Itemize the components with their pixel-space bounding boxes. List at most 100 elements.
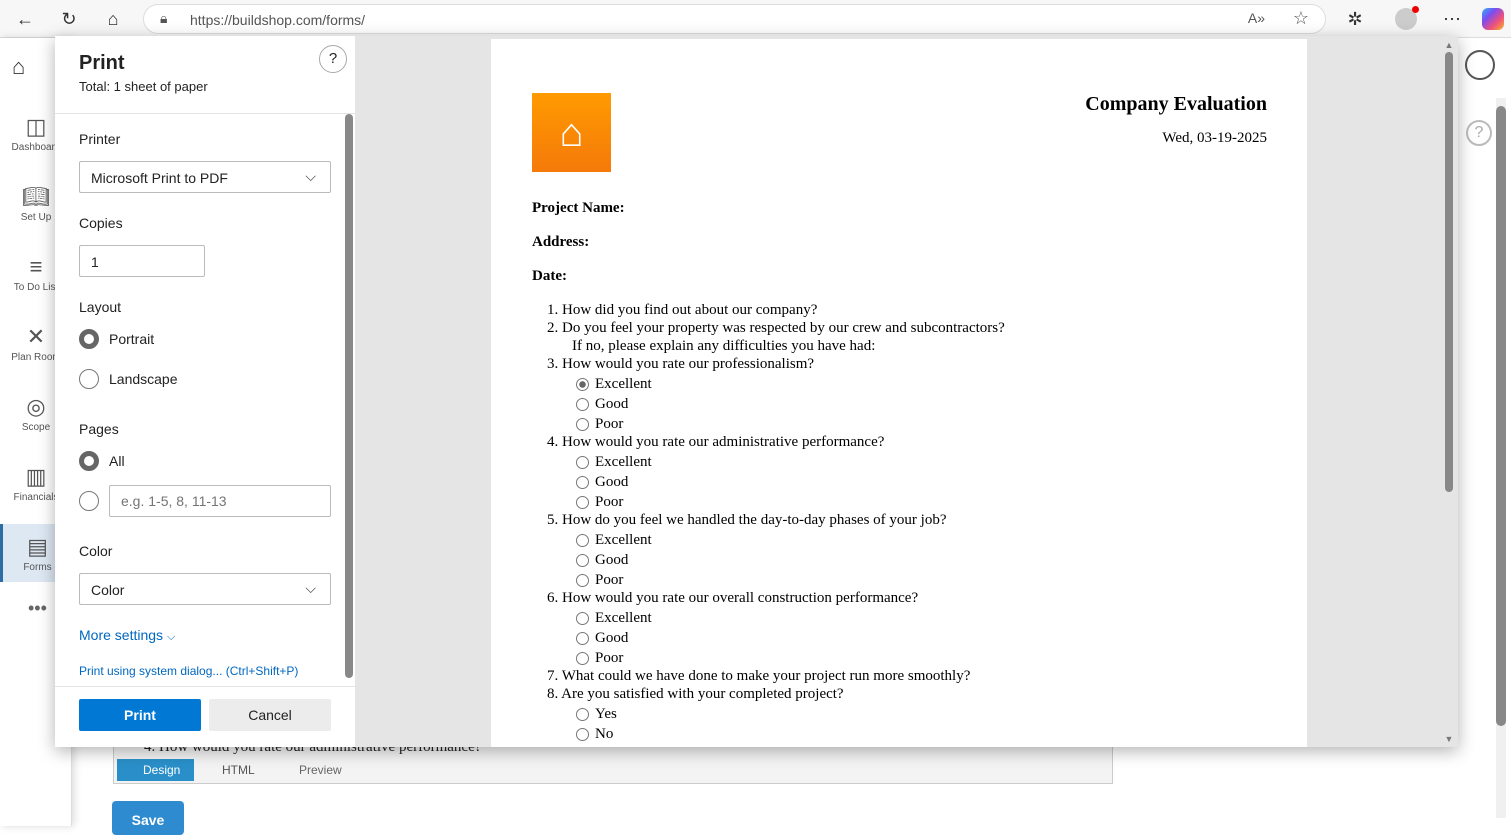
- printer-value: Microsoft Print to PDF: [91, 170, 228, 186]
- profile-icon[interactable]: [1395, 6, 1419, 30]
- question-item: 2. Do you feel your property was respect…: [547, 320, 1005, 336]
- preview-scrollbar[interactable]: ▲ ▼: [1443, 40, 1455, 744]
- copilot-icon[interactable]: [1482, 8, 1504, 30]
- option-label: Poor: [595, 572, 624, 588]
- radio-button[interactable]: [576, 398, 589, 411]
- divider: [55, 686, 355, 687]
- back-icon[interactable]: ←: [12, 6, 38, 32]
- radio-button[interactable]: [576, 728, 589, 741]
- color-value: Color: [91, 582, 125, 598]
- tab-design[interactable]: Design: [117, 759, 194, 781]
- printer-label: Printer: [79, 131, 121, 147]
- pages-label: Pages: [79, 421, 119, 437]
- option-label: Poor: [595, 416, 624, 432]
- answer-option[interactable]: Good: [576, 396, 628, 413]
- radio-button[interactable]: [576, 708, 589, 721]
- option-label: Yes: [595, 706, 617, 722]
- radio-button[interactable]: [576, 612, 589, 625]
- answer-option[interactable]: Poor: [576, 650, 623, 667]
- address-bar[interactable]: 🔒︎ https://buildshop.com/forms/ A» ☆: [143, 4, 1326, 34]
- home-icon[interactable]: ⌂: [100, 6, 126, 32]
- radio-button[interactable]: [576, 456, 589, 469]
- company-logo: ⌂: [532, 93, 611, 172]
- answer-option[interactable]: Yes: [576, 706, 617, 723]
- page-scrollbar[interactable]: [1496, 98, 1506, 818]
- user-account-icon[interactable]: [1465, 50, 1495, 80]
- print-settings-panel: Print Total: 1 sheet of paper ? Printer …: [55, 36, 355, 747]
- answer-option[interactable]: Excellent: [576, 454, 652, 471]
- document-date: Wed, 03-19-2025: [1162, 130, 1267, 146]
- question-item: 3. How would you rate our professionalis…: [547, 356, 815, 372]
- portrait-label: Portrait: [109, 331, 155, 347]
- read-aloud-icon[interactable]: A»: [1248, 10, 1265, 26]
- favorite-star-icon[interactable]: ☆: [1293, 8, 1309, 29]
- tab-html[interactable]: HTML: [222, 763, 255, 777]
- pages-all-label: All: [109, 453, 125, 469]
- more-settings-link[interactable]: More settings ⌵: [79, 627, 175, 644]
- option-label: Excellent: [595, 454, 652, 470]
- print-preview-page: ⌂ Company Evaluation Wed, 03-19-2025 Pro…: [491, 39, 1307, 747]
- question-item: 1. How did you find out about our compan…: [547, 302, 818, 318]
- radio-button[interactable]: [576, 574, 589, 587]
- question-item: 6. How would you rate our overall constr…: [547, 590, 919, 606]
- lock-icon[interactable]: 🔒︎: [160, 10, 167, 27]
- radio-button[interactable]: [576, 632, 589, 645]
- print-button[interactable]: Print: [79, 699, 201, 731]
- question-note: If no, please explain any difficulties y…: [572, 338, 876, 354]
- answer-option[interactable]: Excellent: [576, 532, 652, 549]
- option-label: Good: [595, 552, 629, 568]
- extensions-icon[interactable]: ✲: [1342, 6, 1368, 32]
- pages-all-radio[interactable]: [79, 451, 99, 471]
- answer-option[interactable]: Poor: [576, 494, 623, 511]
- answer-option[interactable]: Good: [576, 474, 628, 491]
- radio-button[interactable]: [576, 418, 589, 431]
- cancel-button[interactable]: Cancel: [209, 699, 331, 731]
- radio-button[interactable]: [576, 496, 589, 509]
- answer-option[interactable]: Good: [576, 630, 628, 647]
- option-label: Good: [595, 474, 629, 490]
- option-label: Poor: [595, 650, 624, 666]
- radio-button[interactable]: [576, 534, 589, 547]
- help-icon[interactable]: ?: [1466, 120, 1492, 146]
- radio-button[interactable]: [576, 476, 589, 489]
- date-field: Date:: [532, 268, 567, 284]
- pages-range-input[interactable]: [109, 485, 331, 517]
- sheet-total: Total: 1 sheet of paper: [79, 79, 208, 94]
- color-select[interactable]: Color ⌵: [79, 573, 331, 605]
- project-name-field: Project Name:: [532, 200, 625, 216]
- editor-toolbar: 4. How would you rate our administrative…: [113, 744, 1113, 784]
- answer-option[interactable]: Excellent: [576, 376, 652, 393]
- save-button[interactable]: Save: [112, 801, 184, 835]
- copies-input[interactable]: 1: [79, 245, 205, 277]
- answer-option[interactable]: Poor: [576, 416, 623, 433]
- radio-button[interactable]: [576, 652, 589, 665]
- more-nav-icon[interactable]: •••: [28, 598, 47, 619]
- copies-label: Copies: [79, 215, 123, 231]
- question-item: 5. How do you feel we handled the day-to…: [547, 512, 947, 528]
- answer-option[interactable]: No: [576, 726, 613, 743]
- radio-button[interactable]: [576, 554, 589, 567]
- answer-option[interactable]: Excellent: [576, 610, 652, 627]
- option-label: Excellent: [595, 532, 652, 548]
- app-logo[interactable]: ⌂: [12, 54, 25, 80]
- landscape-radio[interactable]: [79, 369, 99, 389]
- layout-label: Layout: [79, 299, 122, 315]
- more-icon[interactable]: ⋯: [1439, 6, 1465, 32]
- answer-option[interactable]: Good: [576, 552, 628, 569]
- question-item: 4. How would you rate our administrative…: [547, 434, 885, 450]
- printer-select[interactable]: Microsoft Print to PDF ⌵: [79, 161, 331, 193]
- option-label: Excellent: [595, 610, 652, 626]
- radio-button[interactable]: [576, 378, 589, 391]
- panel-scrollbar[interactable]: [345, 114, 353, 678]
- document-title: Company Evaluation: [1085, 93, 1267, 115]
- pages-custom-radio[interactable]: [79, 491, 99, 511]
- landscape-label: Landscape: [109, 371, 178, 387]
- question-item: 8. Are you satisfied with your completed…: [547, 686, 844, 702]
- system-dialog-link[interactable]: Print using system dialog... (Ctrl+Shift…: [79, 664, 298, 678]
- answer-option[interactable]: Poor: [576, 572, 623, 589]
- divider: [55, 113, 355, 114]
- help-button[interactable]: ?: [319, 45, 347, 73]
- refresh-icon[interactable]: ↻: [56, 6, 82, 32]
- tab-preview[interactable]: Preview: [299, 763, 342, 777]
- portrait-radio[interactable]: [79, 329, 99, 349]
